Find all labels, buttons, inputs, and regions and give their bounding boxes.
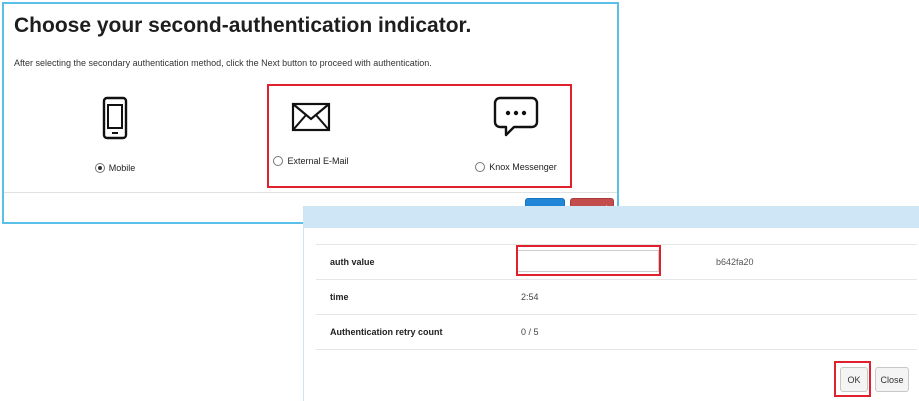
auth-code-value: b642fa20 [716, 257, 754, 267]
option-mobile-label: Mobile [108, 163, 136, 173]
highlight-box-options [267, 84, 572, 188]
highlight-box-auth-input [516, 245, 661, 276]
highlight-box-ok-button [834, 361, 871, 397]
retry-count-label: Authentication retry count [330, 327, 443, 337]
close-button[interactable]: Close [875, 367, 909, 392]
retry-count-value: 0 / 5 [521, 327, 539, 337]
dialog-title: Choose your second-authentication indica… [14, 14, 472, 37]
table-row-time: time 2:54 [316, 279, 917, 314]
radio-mobile[interactable] [94, 163, 105, 173]
time-label: time [330, 292, 349, 302]
auth-method-dialog: Choose your second-authentication indica… [2, 2, 619, 224]
time-value: 2:54 [521, 292, 539, 302]
auth-value-dialog: auth value b642fa20 time 2:54 Authentica… [303, 206, 919, 401]
option-mobile[interactable]: Mobile [70, 96, 160, 173]
dialog-header-bar [304, 206, 919, 228]
dialog-description: After selecting the secondary authentica… [14, 58, 432, 68]
table-row-retry-count: Authentication retry count 0 / 5 [316, 314, 917, 350]
mobile-phone-icon [102, 96, 128, 140]
footer-divider [4, 192, 617, 193]
auth-value-label: auth value [330, 257, 375, 267]
